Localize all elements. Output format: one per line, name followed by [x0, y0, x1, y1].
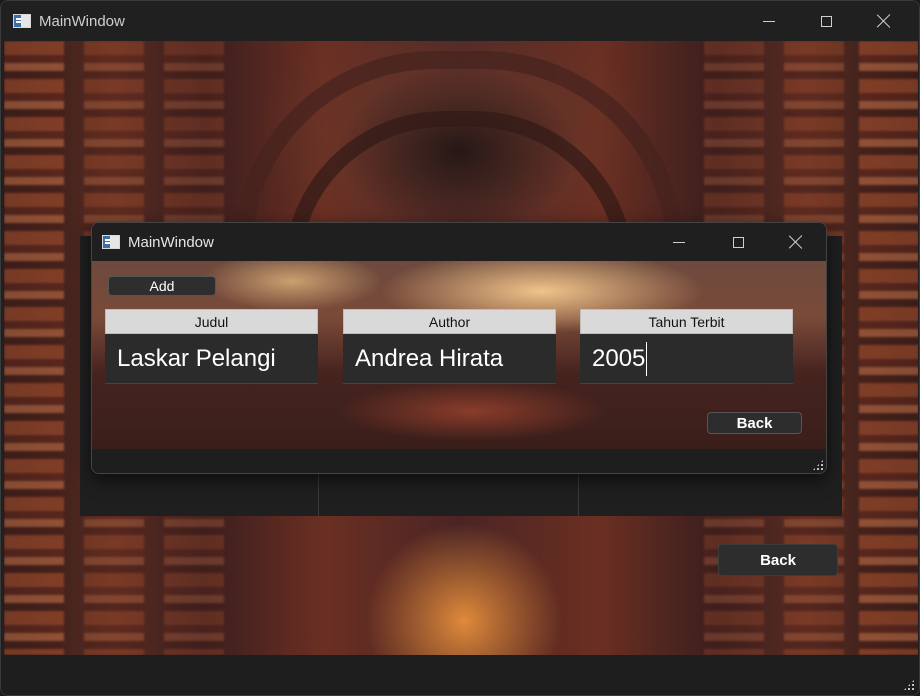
tahun-terbit-value: 2005	[592, 344, 646, 372]
window-title: MainWindow	[39, 12, 125, 30]
author-label: Author	[343, 309, 556, 334]
author-input[interactable]: Andrea Hirata	[343, 334, 556, 384]
field-author: Author Andrea Hirata	[343, 309, 556, 384]
field-judul: Judul Laskar Pelangi	[105, 309, 318, 384]
main-titlebar[interactable]: MainWindow	[1, 1, 919, 41]
close-icon	[877, 14, 891, 28]
dialog-back-button[interactable]: Back	[707, 412, 802, 434]
dialog-window: MainWindow Add Judul Laskar Pelangi Auth…	[91, 222, 827, 474]
maximize-icon	[820, 15, 832, 27]
judul-value: Laskar Pelangi	[117, 344, 276, 372]
dialog-body: Add Judul Laskar Pelangi Author Andrea H…	[92, 261, 826, 449]
minimize-icon	[763, 20, 775, 22]
text-caret	[646, 341, 648, 376]
dialog-close-button[interactable]	[767, 223, 825, 261]
dialog-maximize-button[interactable]	[709, 223, 767, 261]
dialog-titlebar[interactable]: MainWindow	[92, 223, 826, 261]
minimize-icon	[673, 241, 685, 243]
judul-label: Judul	[105, 309, 318, 334]
close-button[interactable]	[855, 1, 913, 41]
add-button[interactable]: Add	[108, 276, 216, 296]
judul-input[interactable]: Laskar Pelangi	[105, 334, 318, 384]
tahun-terbit-input[interactable]: 2005	[580, 334, 793, 384]
field-tahun-terbit: Tahun Terbit 2005	[580, 309, 793, 384]
author-value: Andrea Hirata	[355, 344, 504, 372]
resize-grip-icon[interactable]	[903, 679, 915, 691]
dialog-resize-grip-icon[interactable]	[812, 459, 824, 471]
dialog-title: MainWindow	[128, 233, 214, 251]
dialog-app-icon	[102, 235, 120, 249]
minimize-button[interactable]	[740, 1, 798, 41]
dialog-minimize-button[interactable]	[650, 223, 708, 261]
maximize-icon	[732, 236, 744, 248]
tahun-terbit-label: Tahun Terbit	[580, 309, 793, 334]
dialog-status-bar	[92, 449, 826, 473]
app-icon	[13, 14, 31, 28]
main-back-button[interactable]: Back	[718, 544, 838, 576]
status-bar	[1, 655, 919, 695]
maximize-button[interactable]	[797, 1, 855, 41]
close-icon	[789, 235, 803, 249]
